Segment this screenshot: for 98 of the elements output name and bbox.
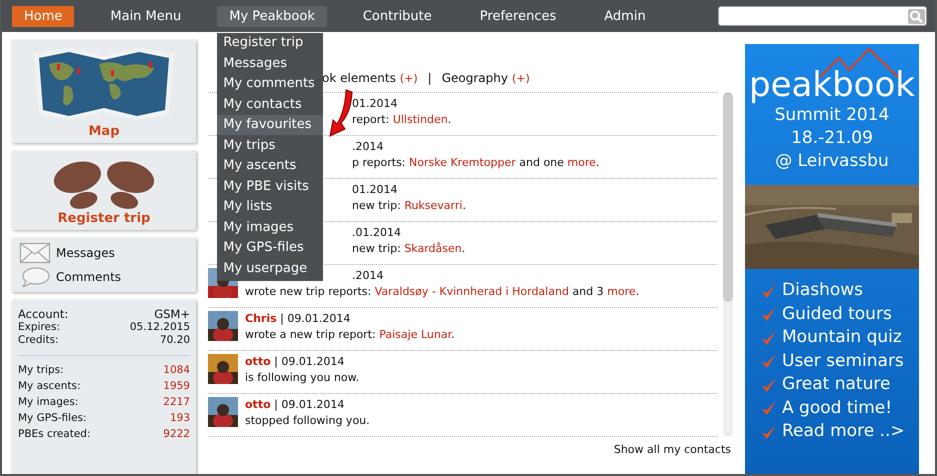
account-value: 05.12.2015 (130, 321, 190, 334)
feature-text: Mountain quiz (782, 326, 902, 349)
map-card[interactable]: Map (12, 40, 196, 143)
sidebar-link[interactable]: Comments (56, 270, 122, 284)
feed-header: 01.2014 (352, 97, 398, 110)
map-label: Map (88, 124, 120, 139)
menu-item[interactable]: Messages (217, 53, 324, 74)
stat-label: My images: (18, 395, 78, 410)
feed-text: p reports: Norske Kremtopper and one more. (352, 156, 600, 169)
nav-item[interactable]: Admin (592, 6, 658, 26)
nav-item[interactable]: Preferences (468, 6, 568, 26)
scrollbar[interactable] (723, 92, 733, 437)
menu-item[interactable]: My images (217, 217, 324, 238)
menu-item[interactable]: My ascents (217, 156, 324, 176)
search-field[interactable] (718, 6, 927, 26)
stat-label: My ascents: (18, 379, 81, 394)
curved-arrow (329, 89, 353, 137)
account-value: GSM+ (154, 308, 190, 321)
account-label: Expires: (18, 321, 60, 334)
banner-text: Summit 2014 (774, 104, 890, 127)
check-icon (761, 282, 777, 299)
filter-link[interactable]: Geography (442, 71, 508, 85)
menu-item[interactable]: My lists (217, 196, 324, 217)
feed-text: stopped following you. (245, 414, 370, 427)
feed-header: otto | 09.01.2014 (245, 355, 344, 368)
feed-header: 01.2014 (352, 183, 398, 196)
logo-text: peakbook (749, 66, 915, 104)
menu-item[interactable]: My GPS-files (217, 238, 324, 258)
check-icon (761, 306, 777, 322)
feed-header: Chris | 09.01.2014 (245, 312, 350, 325)
register-trip-label: Register trip (58, 211, 150, 226)
check-icon (761, 400, 777, 416)
stat-label: My GPS-files: (18, 411, 87, 426)
menu-item[interactable]: My PBE visits (217, 176, 324, 196)
register-card[interactable]: Register trip (12, 151, 196, 230)
expand-toggle[interactable]: (+) (512, 72, 530, 84)
trip-link[interactable]: Skardåsen (404, 242, 462, 255)
menu-item[interactable]: My comments (217, 74, 324, 94)
feed-header: .2014 (352, 269, 384, 282)
envelope-icon (20, 243, 50, 263)
trip-link[interactable]: more (567, 156, 596, 169)
stat-label: My trips: (18, 363, 64, 378)
menu-item[interactable]: My userpage (217, 258, 324, 278)
speech-bubble-icon (20, 267, 50, 287)
feed-header: otto | 09.01.2014 (245, 398, 344, 411)
nav-item[interactable]: My Peakbook (217, 6, 327, 26)
sidebar-link[interactable]: Messages (56, 246, 115, 260)
account-label: Account: (18, 308, 68, 321)
feature-text: A good time! (782, 396, 892, 420)
menu-item[interactable]: My favourites (217, 114, 324, 135)
trip-link[interactable]: Paisaje Lunar (379, 328, 452, 341)
feature-text: Guided tours (782, 302, 892, 326)
user-link[interactable]: Chris (245, 312, 277, 325)
feed-text: is following you now. (245, 371, 360, 384)
stat-value[interactable]: 9222 (163, 426, 190, 442)
filter-link[interactable]: ok elements (322, 71, 396, 85)
summit-banner[interactable]: peakbook Summit 2014 18.-21.09 @ Leirvassbu Diashows Guided tours Mountain quiz User seminars Great nature A good time! Read more ..> (745, 44, 919, 474)
feed-text: new trip: Ruksevarri. (352, 199, 466, 212)
search-icon[interactable] (908, 8, 925, 24)
check-icon (761, 424, 777, 440)
banner-text: @ Leirvassbu (775, 150, 889, 173)
check-icon (761, 330, 777, 346)
feature-text: Diashows (782, 279, 864, 302)
separator: | (428, 71, 432, 85)
menu-item[interactable]: My contacts (217, 94, 324, 114)
nav-item[interactable]: Contribute (350, 6, 444, 26)
stat-value[interactable]: 1084 (163, 362, 190, 378)
check-icon (761, 353, 777, 370)
feed-text: report: Ullstinden. (352, 113, 452, 126)
feature-text: Great nature (782, 373, 890, 396)
account-value: 70.20 (160, 334, 190, 347)
nav-item[interactable]: Home (12, 6, 74, 26)
menu-item[interactable]: Register trip (217, 32, 324, 53)
trip-link[interactable]: Ullstinden (392, 113, 448, 126)
feed-text: wrote new trip reports: Varaldsøy - Kvinnherad i Hordaland and 3 more. (245, 285, 640, 298)
nav-item[interactable]: Main Menu (98, 6, 194, 26)
feed-header: .01.2014 (352, 226, 401, 239)
trip-link[interactable]: Varaldsøy - Kvinnherad i Hordaland (374, 285, 569, 298)
stat-value[interactable]: 2217 (163, 394, 190, 410)
show-all-link[interactable]: Show all my contacts (614, 443, 731, 456)
user-link[interactable]: otto (245, 355, 271, 368)
menu-item[interactable]: My trips (217, 135, 324, 156)
trip-link[interactable]: Ruksevarri (404, 199, 462, 212)
trip-link[interactable]: more (607, 285, 636, 298)
feed-text: new trip: Skardåsen. (352, 242, 466, 255)
feed-header: .2014 (352, 140, 384, 153)
stat-value[interactable]: 193 (170, 410, 190, 426)
account-label: Credits: (18, 334, 59, 347)
banner-text: 18.-21.09 (791, 127, 873, 150)
stat-value[interactable]: 1959 (163, 378, 190, 394)
feed-text: wrote a new trip report: Paisaje Lunar. (245, 328, 455, 341)
stat-label: PBEs created: (18, 427, 91, 442)
expand-toggle[interactable]: (+) (400, 72, 418, 84)
user-link[interactable]: otto (245, 398, 271, 411)
feature-text: User seminars (782, 350, 904, 372)
feature-text: Read more ..> (782, 420, 905, 443)
check-icon (761, 376, 777, 393)
trip-link[interactable]: Norske Kremtopper (409, 156, 516, 169)
